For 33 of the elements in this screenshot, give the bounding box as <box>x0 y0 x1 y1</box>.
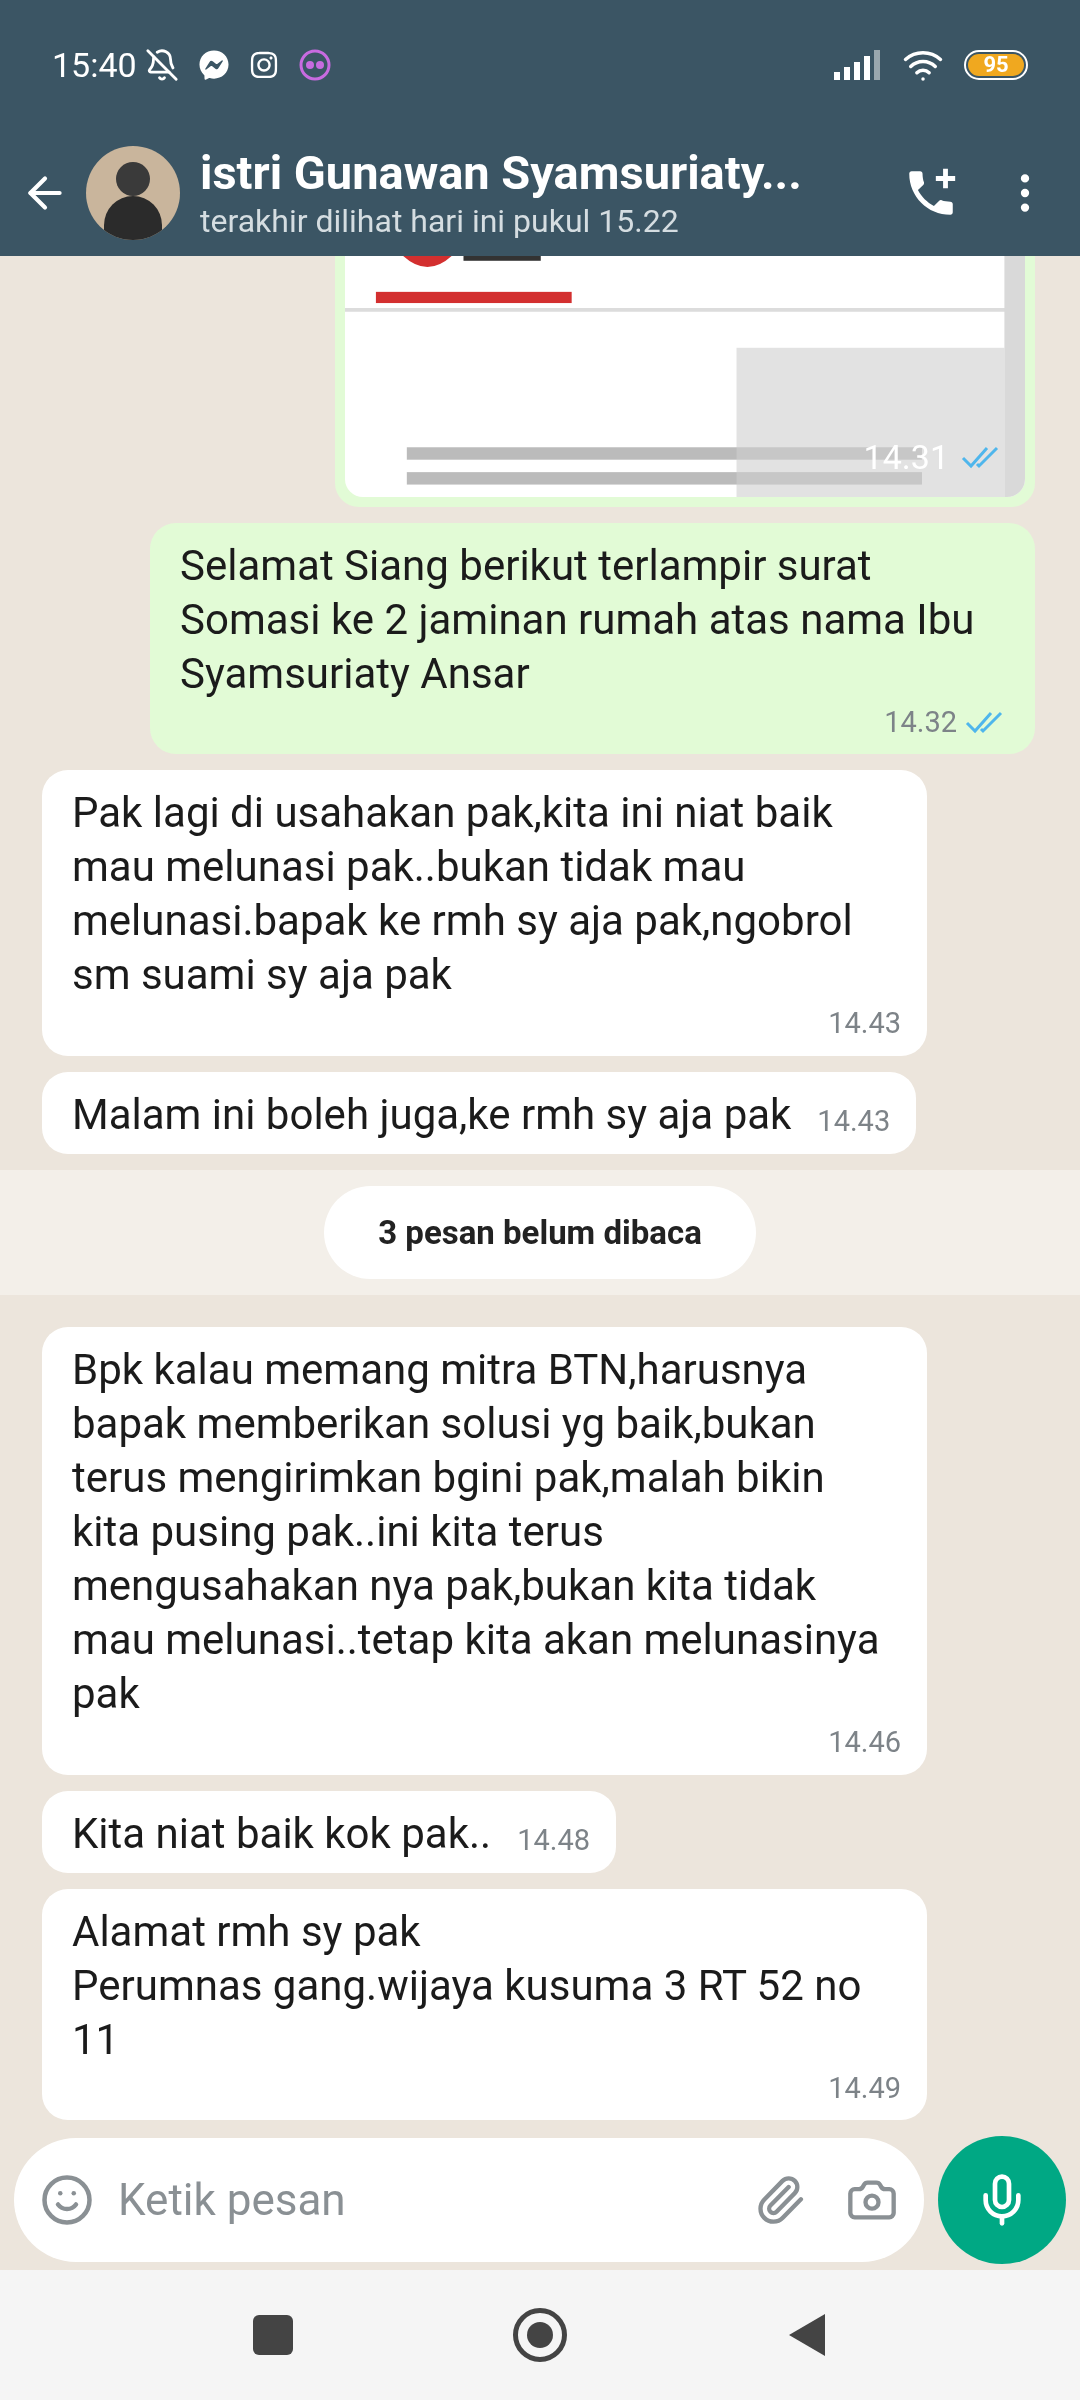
message-time: 14.32 <box>884 703 957 741</box>
status-time: 15:40 <box>52 43 137 87</box>
received-message[interactable]: Alamat rmh sy pak Perumnas gang.wijaya kusuma 3 RT 52 no 11 14.49 <box>42 1888 927 2120</box>
back-nav-icon[interactable] <box>787 2312 827 2358</box>
message-time: 14.46 <box>828 1724 901 1761</box>
message-text: Malam ini boleh juga,ke rmh sy aja pak <box>72 1088 792 1141</box>
message-text: Kita niat baik kok pak.. <box>72 1807 492 1860</box>
messenger-icon <box>198 50 229 80</box>
message-text: Pak lagi di usahakan pak,kita ini niat baik mau melunasi pak..bukan tidak mau melunasi.bapak ke rmh sy aja pak,ngobrol sm suami sy aja pak <box>72 787 854 1001</box>
muted-bell-icon <box>144 48 179 82</box>
message-text: Selamat Siang berikut terlampir surat Somasi ke 2 jaminan rumah atas nama Ibu Syamsuriaty Ansar <box>180 539 976 700</box>
message-time: 14.43 <box>817 1103 891 1140</box>
battery-icon: 95 <box>964 50 1028 80</box>
sent-message[interactable]: Selamat Siang berikut terlampir surat Somasi ke 2 jaminan rumah atas nama Ibu Syamsuriaty Ansar 14.32 <box>150 522 1035 754</box>
input-placeholder: Ketik pesan <box>118 2173 347 2228</box>
message-time: 14.31 <box>863 435 949 479</box>
instagram-icon <box>248 50 279 80</box>
app-notification-icon <box>298 49 331 81</box>
message-text: Alamat rmh sy pak Perumnas gang.wijaya kusuma 3 RT 52 no 11 <box>72 1905 863 2066</box>
contact-name[interactable]: istri Gunawan Syamsuriaty... <box>200 145 886 201</box>
recent-apps-button[interactable] <box>253 2315 293 2355</box>
received-message[interactable]: Malam ini boleh juga,ke rmh sy aja pak 14.43 <box>42 1071 917 1154</box>
received-message[interactable] <box>42 1327 927 1775</box>
emoji-icon[interactable] <box>40 2173 94 2227</box>
message-time: 14.48 <box>517 1822 590 1859</box>
last-seen-status: terakhir dilihat hari ini pukul 15.22 <box>200 201 680 241</box>
message-time: 14.49 <box>828 2069 901 2107</box>
message-text: Bpk kalau memang mitra BTN,harusnya bapak memberikan solusi yg baik,bukan terus mengirimkan bgini pak,malah bikin kita pusing pak..ini kita terus mengusahakan nya pak,bukan kita tidak mau melunasi..tetap kita akan melunasinya pak <box>72 1344 881 1720</box>
signal-icon <box>834 50 882 80</box>
message-time: 14.43 <box>828 1005 901 1042</box>
received-message[interactable]: Kita niat baik kok pak.. 14.48 <box>42 1790 616 1873</box>
received-message[interactable]: Pak lagi di usahakan pak,kita ini niat baik mau melunasi pak..bukan tidak mau melunasi.bapak ke rmh sy aja pak,ngobrol sm suami sy aja pak 14.43 <box>42 770 927 1056</box>
home-button[interactable] <box>513 2308 567 2362</box>
